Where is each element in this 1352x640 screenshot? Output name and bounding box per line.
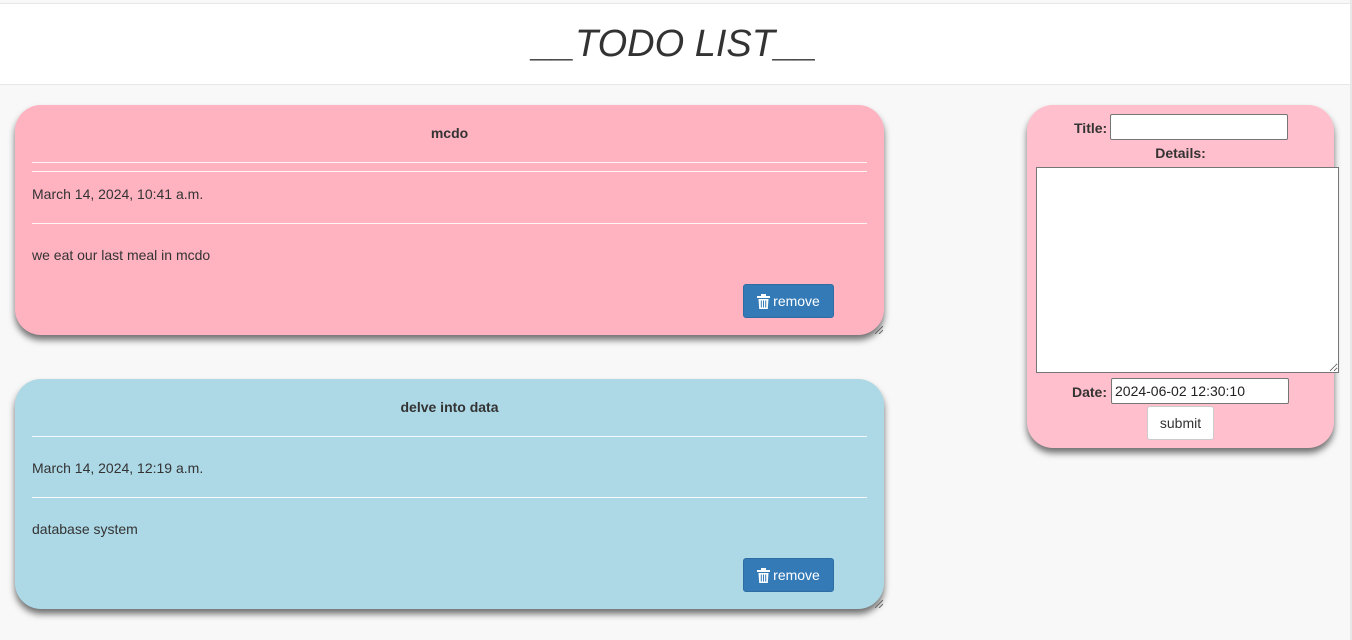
date-input[interactable] [1111, 378, 1289, 404]
details-textarea[interactable] [1036, 167, 1339, 373]
remove-button[interactable]: remove [743, 558, 834, 592]
new-todo-form: Title: Details: Date: submit [1027, 105, 1339, 448]
resize-grip-icon[interactable] [875, 600, 883, 608]
todo-details: we eat our last meal in mcdo [32, 247, 211, 263]
todo-title: delve into data [400, 399, 499, 415]
divider [32, 497, 867, 498]
divider [32, 436, 867, 437]
remove-button[interactable]: remove [743, 284, 834, 318]
remove-button-label: remove [773, 567, 820, 583]
date-label: Date: [1072, 384, 1108, 400]
todo-date: March 14, 2024, 12:19 a.m. [32, 460, 204, 476]
todo-date: March 14, 2024, 10:41 a.m. [32, 186, 204, 202]
resize-grip-icon[interactable] [875, 326, 883, 334]
todo-card: mcdo March 14, 2024, 10:41 a.m. we eat o… [15, 105, 884, 335]
title-label: Title: [1074, 120, 1108, 136]
page-title: __TODO LIST__ [532, 23, 818, 65]
divider [32, 171, 867, 172]
divider [32, 223, 867, 224]
remove-button-label: remove [773, 293, 820, 309]
divider [32, 162, 867, 163]
submit-button[interactable]: submit [1147, 406, 1214, 440]
page-header: __TODO LIST__ [0, 3, 1350, 85]
todo-details: database system [32, 521, 138, 537]
details-label: Details: [1155, 145, 1206, 161]
trash-icon [757, 567, 771, 583]
trash-icon [757, 293, 771, 309]
todo-title: mcdo [430, 125, 469, 141]
todo-card: delve into data March 14, 2024, 12:19 a.… [15, 379, 884, 609]
title-input[interactable] [1110, 114, 1288, 140]
